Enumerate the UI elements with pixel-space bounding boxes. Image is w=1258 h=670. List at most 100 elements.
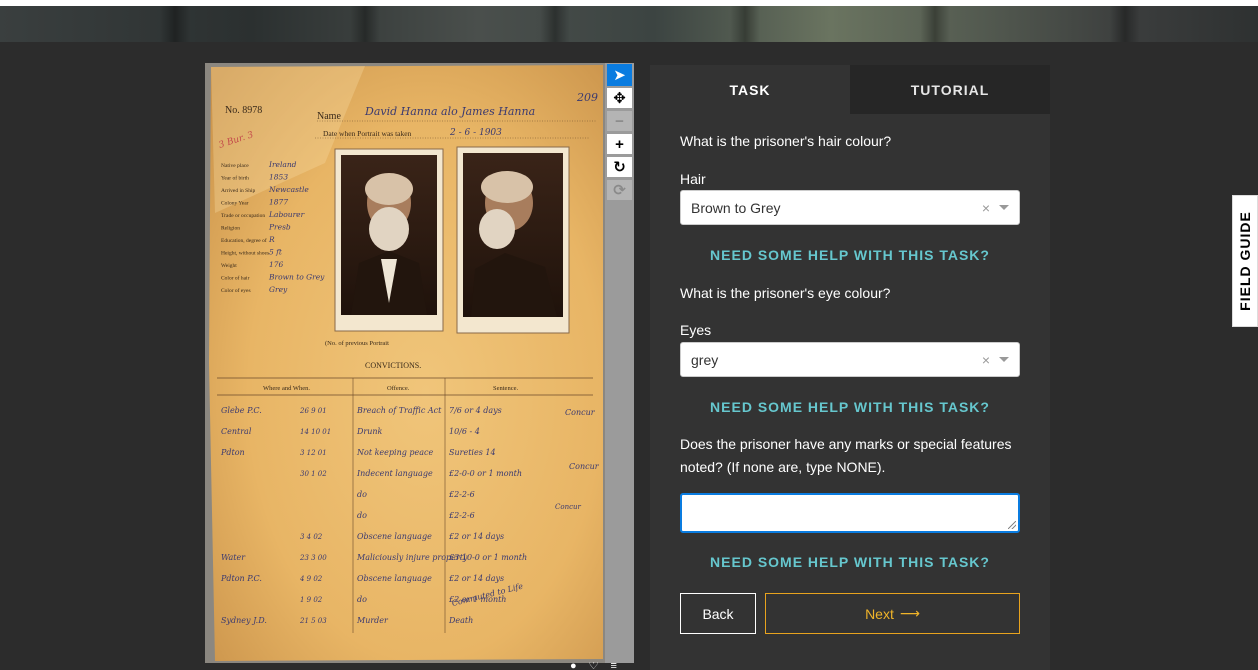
marks-textarea[interactable] bbox=[680, 493, 1020, 533]
convictions-heading: CONVICTIONS. bbox=[365, 361, 421, 370]
conviction-where: Sydney J.D. bbox=[221, 616, 267, 625]
detail-value: 1853 bbox=[269, 173, 288, 182]
previous-portrait-label: (No. of previous Portrait bbox=[325, 340, 389, 347]
conviction-offence: do bbox=[357, 490, 367, 499]
conviction-date: 3 4 02 bbox=[300, 533, 323, 541]
zoom-in-button[interactable]: + bbox=[607, 134, 632, 154]
conviction-sentence: £2 or 14 days bbox=[448, 532, 504, 541]
next-button[interactable]: Next ⟶ bbox=[765, 593, 1020, 634]
bracket-note-2: Concur bbox=[569, 462, 600, 471]
plus-icon: + bbox=[615, 135, 624, 153]
conviction-date: 21 5 03 bbox=[299, 617, 327, 625]
chevron-down-icon[interactable] bbox=[999, 205, 1009, 210]
conviction-sentence: Death bbox=[448, 616, 473, 625]
banner-image bbox=[0, 6, 1258, 42]
conviction-date: 30 1 02 bbox=[300, 470, 327, 478]
help-link-eyes[interactable]: NEED SOME HELP WITH THIS TASK? bbox=[680, 399, 1020, 415]
resize-handle-icon[interactable] bbox=[1008, 521, 1016, 529]
detail-label: Trade or occupation bbox=[221, 213, 265, 219]
eyes-label: Eyes bbox=[680, 322, 712, 338]
conviction-date: 23 3 00 bbox=[299, 554, 327, 562]
page-number: 209 bbox=[576, 91, 598, 104]
detail-label: Weight bbox=[221, 263, 237, 269]
detail-label: Color of eyes bbox=[221, 287, 251, 294]
task-panel: TASK TUTORIAL What is the prisoner's hai… bbox=[650, 65, 1050, 670]
collections-icon[interactable]: ≡ bbox=[611, 662, 617, 670]
chevron-down-icon[interactable] bbox=[999, 357, 1009, 362]
task-tabs: TASK TUTORIAL bbox=[650, 65, 1050, 114]
viewer-footer: ● ♡ ≡ bbox=[570, 662, 634, 670]
detail-label: Color of hair bbox=[221, 275, 250, 282]
detail-label: Native place bbox=[221, 163, 249, 169]
detail-value: 5 ft bbox=[269, 248, 283, 257]
image-toolbar: ➤ ✥ − + ↻ ⟳ bbox=[605, 63, 634, 663]
conviction-date: 3 12 01 bbox=[300, 449, 327, 457]
question-eyes: What is the prisoner's eye colour? bbox=[680, 285, 891, 301]
back-button[interactable]: Back bbox=[680, 593, 756, 634]
move-tool-button[interactable]: ✥ bbox=[607, 88, 632, 108]
pointer-tool-button[interactable]: ➤ bbox=[607, 64, 632, 86]
field-guide-tab[interactable]: FIELD GUIDE bbox=[1232, 195, 1258, 327]
detail-value: R bbox=[268, 235, 275, 244]
detail-value: Newcastle bbox=[268, 185, 309, 194]
conviction-offence: do bbox=[357, 511, 367, 520]
detail-value: 1877 bbox=[269, 198, 288, 207]
minus-icon: − bbox=[615, 112, 624, 130]
favorite-icon[interactable]: ♡ bbox=[589, 662, 599, 670]
conviction-offence: Obscene language bbox=[357, 574, 432, 583]
header-banner bbox=[0, 0, 1258, 42]
question-marks: Does the prisoner have any marks or spec… bbox=[680, 436, 1012, 475]
tab-task[interactable]: TASK bbox=[650, 65, 850, 114]
col-where-when: Where and When. bbox=[263, 385, 310, 392]
pointer-icon: ➤ bbox=[613, 66, 626, 84]
conviction-offence: Murder bbox=[356, 616, 389, 625]
move-icon: ✥ bbox=[613, 89, 626, 107]
date-value: 2 - 6 - 1903 bbox=[449, 128, 502, 138]
zoom-out-button[interactable]: − bbox=[607, 111, 632, 131]
subject-viewer: No. 8978 Name David Hanna alo James Hann… bbox=[205, 63, 634, 663]
reset-view-button[interactable]: ⟳ bbox=[607, 180, 632, 200]
detail-value: Presb bbox=[268, 223, 291, 232]
conviction-where: Glebe P.C. bbox=[221, 406, 262, 415]
conviction-sentence: £2-2-6 bbox=[448, 511, 475, 520]
detail-value: 176 bbox=[269, 260, 284, 269]
portrait-front bbox=[334, 148, 444, 332]
hair-selected-value: Brown to Grey bbox=[691, 199, 781, 216]
hair-label: Hair bbox=[680, 171, 706, 187]
reset-icon: ⟳ bbox=[613, 181, 626, 199]
field-guide-label: FIELD GUIDE bbox=[1237, 211, 1253, 311]
col-offence: Offence. bbox=[387, 385, 410, 392]
bracket-note-1: Concur bbox=[565, 408, 596, 417]
info-icon[interactable]: ● bbox=[570, 662, 577, 670]
clear-hair-icon[interactable]: × bbox=[982, 200, 990, 216]
arrow-right-icon: ⟶ bbox=[899, 605, 920, 621]
conviction-date: 1 9 02 bbox=[300, 596, 323, 604]
detail-label: Education, degree of bbox=[221, 237, 267, 244]
conviction-sentence: 7/6 or 4 days bbox=[449, 406, 502, 415]
help-link-marks[interactable]: NEED SOME HELP WITH THIS TASK? bbox=[680, 554, 1020, 570]
conviction-offence: Indecent language bbox=[356, 469, 433, 478]
clear-eyes-icon[interactable]: × bbox=[982, 352, 990, 368]
conviction-where: Pdton P.C. bbox=[220, 574, 262, 583]
conviction-where: Pdton bbox=[220, 448, 245, 457]
tab-tutorial[interactable]: TUTORIAL bbox=[850, 65, 1050, 114]
rotate-button[interactable]: ↻ bbox=[607, 157, 632, 177]
conviction-sentence: 10/6 - 4 bbox=[449, 427, 480, 436]
back-label: Back bbox=[702, 605, 734, 622]
conviction-sentence: £3-10-0 or 1 month bbox=[448, 553, 527, 562]
conviction-date: 4 9 02 bbox=[299, 575, 323, 583]
name-label: Name bbox=[317, 111, 341, 122]
prisoner-name: David Hanna alo James Hanna bbox=[364, 105, 535, 118]
next-label: Next bbox=[865, 605, 894, 622]
help-link-hair[interactable]: NEED SOME HELP WITH THIS TASK? bbox=[680, 247, 1020, 263]
detail-label: Colony Year bbox=[221, 201, 249, 207]
eyes-select[interactable]: grey × bbox=[680, 342, 1020, 377]
conviction-where: Water bbox=[221, 553, 246, 562]
rotate-icon: ↻ bbox=[613, 158, 626, 176]
date-label: Date when Portrait was taken bbox=[323, 129, 412, 138]
subject-image[interactable]: No. 8978 Name David Hanna alo James Hann… bbox=[205, 63, 605, 663]
conviction-offence: Obscene language bbox=[357, 532, 432, 541]
hair-select[interactable]: Brown to Grey × bbox=[680, 190, 1020, 225]
conviction-offence: Not keeping peace bbox=[356, 448, 433, 457]
conviction-date: 26 9 01 bbox=[299, 407, 327, 415]
